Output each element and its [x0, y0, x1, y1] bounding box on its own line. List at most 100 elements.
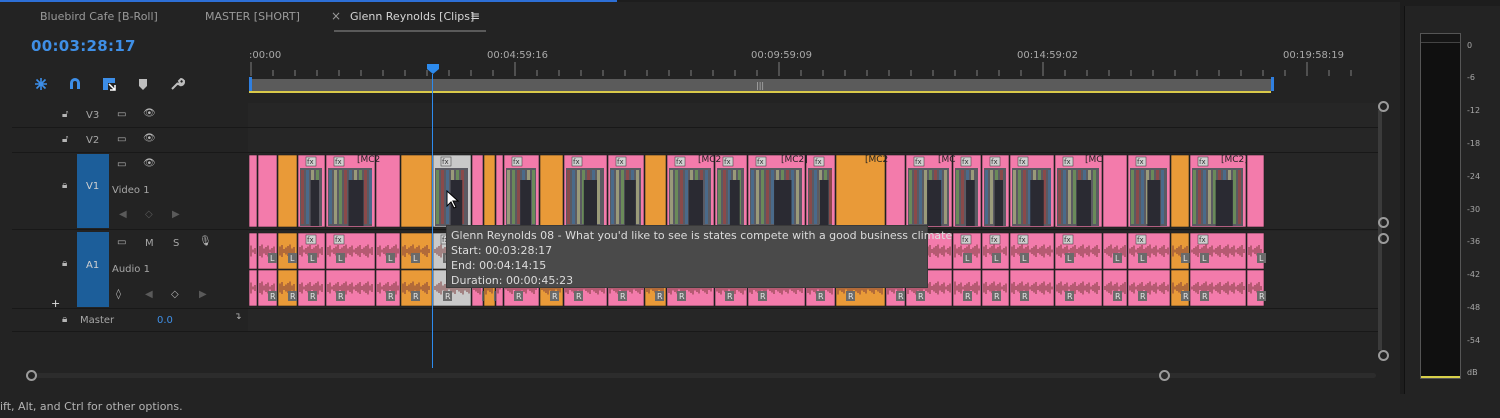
thumbnail-detail[interactable]	[771, 170, 774, 224]
thumbnail-detail[interactable]	[956, 170, 959, 224]
hscroll-right-handle[interactable]	[1159, 370, 1170, 381]
thumbnail-detail[interactable]	[621, 170, 624, 224]
thumbnail-figure[interactable]	[774, 180, 792, 226]
thumbnail-detail[interactable]	[1141, 170, 1144, 224]
thumbnail-detail[interactable]	[1213, 170, 1216, 224]
scroll-handle[interactable]	[1378, 101, 1389, 112]
thumbnail-detail[interactable]	[329, 170, 332, 224]
thumbnail-figure[interactable]	[624, 180, 636, 226]
thumbnail-detail[interactable]	[1018, 170, 1021, 224]
thumbnail-detail[interactable]	[751, 170, 754, 224]
thumbnail-detail[interactable]	[1048, 170, 1051, 224]
thumbnail-detail[interactable]	[301, 170, 304, 224]
thumbnail-detail[interactable]	[369, 170, 372, 224]
thumbnail-detail[interactable]	[517, 170, 520, 224]
video-clip[interactable]	[539, 154, 564, 228]
thumbnail-detail[interactable]	[334, 170, 337, 224]
thumbnail-detail[interactable]	[1093, 170, 1096, 224]
thumbnail-detail[interactable]	[761, 170, 764, 224]
thumbnail-detail[interactable]	[1238, 170, 1241, 224]
thumbnail-detail[interactable]	[344, 170, 347, 224]
thumbnail-figure[interactable]	[966, 180, 975, 226]
thumbnail-detail[interactable]	[919, 170, 922, 224]
thumbnail-detail[interactable]	[796, 170, 799, 224]
video-clip[interactable]	[1102, 154, 1128, 228]
scroll-handle[interactable]	[1378, 350, 1389, 361]
thumbnail-detail[interactable]	[1073, 170, 1076, 224]
thumbnail-detail[interactable]	[985, 170, 988, 224]
thumbnail-detail[interactable]	[1136, 170, 1139, 224]
thumbnail-figure[interactable]	[927, 180, 942, 226]
video-clip[interactable]	[1246, 154, 1265, 228]
audio-clip-left[interactable]	[1170, 232, 1190, 270]
thumbnail-figure[interactable]	[348, 180, 364, 226]
thumbnail-detail[interactable]	[567, 170, 570, 224]
thumbnail-detail[interactable]	[914, 170, 917, 224]
thumbnail-detail[interactable]	[924, 170, 927, 224]
hscroll-left-handle[interactable]	[26, 370, 37, 381]
thumbnail-detail[interactable]	[1198, 170, 1201, 224]
thumbnail-detail[interactable]	[680, 170, 683, 224]
thumbnail-detail[interactable]	[1233, 170, 1236, 224]
video-clip[interactable]	[248, 154, 258, 228]
thumbnail-detail[interactable]	[756, 170, 759, 224]
thumbnail-detail[interactable]	[1058, 170, 1061, 224]
thumbnail-figure[interactable]	[1076, 180, 1091, 226]
video-clip[interactable]	[1170, 154, 1190, 228]
video-clip[interactable]	[400, 154, 433, 228]
thumbnail-detail[interactable]	[675, 170, 678, 224]
video-clip[interactable]	[483, 154, 496, 228]
thumbnail-detail[interactable]	[1161, 170, 1164, 224]
thumbnail-detail[interactable]	[944, 170, 947, 224]
thumbnail-figure[interactable]	[520, 180, 531, 226]
video-clip[interactable]	[277, 154, 298, 228]
thumbnail-detail[interactable]	[436, 170, 439, 224]
thumbnail-figure[interactable]	[1030, 180, 1044, 226]
thumbnail-figure[interactable]	[1215, 180, 1233, 226]
thumbnail-detail[interactable]	[814, 170, 817, 224]
thumbnail-figure[interactable]	[1147, 180, 1161, 226]
thumbnail-detail[interactable]	[990, 170, 993, 224]
thumbnail-figure[interactable]	[583, 180, 597, 226]
thumbnail-detail[interactable]	[909, 170, 912, 224]
thumbnail-figure[interactable]	[688, 180, 703, 226]
video-clip[interactable]	[644, 154, 667, 228]
thumbnail-detail[interactable]	[829, 170, 832, 224]
thumbnail-figure[interactable]	[994, 180, 1003, 226]
thumbnail-figure[interactable]	[310, 180, 319, 226]
thumbnail-detail[interactable]	[685, 170, 688, 224]
thumbnail-detail[interactable]	[723, 170, 726, 224]
thumbnail-detail[interactable]	[636, 170, 639, 224]
thumbnail-detail[interactable]	[1068, 170, 1071, 224]
thumbnail-detail[interactable]	[611, 170, 614, 224]
thumbnail-detail[interactable]	[1193, 170, 1196, 224]
thumbnail-detail[interactable]	[572, 170, 575, 224]
thumbnail-detail[interactable]	[670, 170, 673, 224]
thumbnail-detail[interactable]	[1063, 170, 1066, 224]
video-clip[interactable]	[471, 154, 484, 228]
thumbnail-detail[interactable]	[441, 170, 444, 224]
scroll-handle[interactable]	[1378, 217, 1389, 228]
thumbnail-detail[interactable]	[512, 170, 515, 224]
vertical-scrollbar-track[interactable]	[1378, 110, 1382, 350]
thumbnail-detail[interactable]	[1208, 170, 1211, 224]
thumbnail-detail[interactable]	[766, 170, 769, 224]
thumbnail-detail[interactable]	[306, 170, 309, 224]
thumbnail-detail[interactable]	[577, 170, 580, 224]
thumbnail-detail[interactable]	[507, 170, 510, 224]
thumbnail-detail[interactable]	[597, 170, 600, 224]
thumbnail-detail[interactable]	[809, 170, 812, 224]
thumbnail-detail[interactable]	[616, 170, 619, 224]
video-clip[interactable]	[257, 154, 278, 228]
video-clip[interactable]	[495, 154, 504, 228]
thumbnail-detail[interactable]	[339, 170, 342, 224]
thumbnail-detail[interactable]	[1131, 170, 1134, 224]
video-clip[interactable]	[375, 154, 401, 228]
scroll-handle[interactable]	[1378, 233, 1389, 244]
thumbnail-detail[interactable]	[532, 170, 535, 224]
thumbnail-detail[interactable]	[1013, 170, 1016, 224]
thumbnail-detail[interactable]	[705, 170, 708, 224]
video-clip[interactable]	[885, 154, 906, 228]
thumbnail-figure[interactable]	[729, 180, 740, 226]
thumbnail-detail[interactable]	[1023, 170, 1026, 224]
